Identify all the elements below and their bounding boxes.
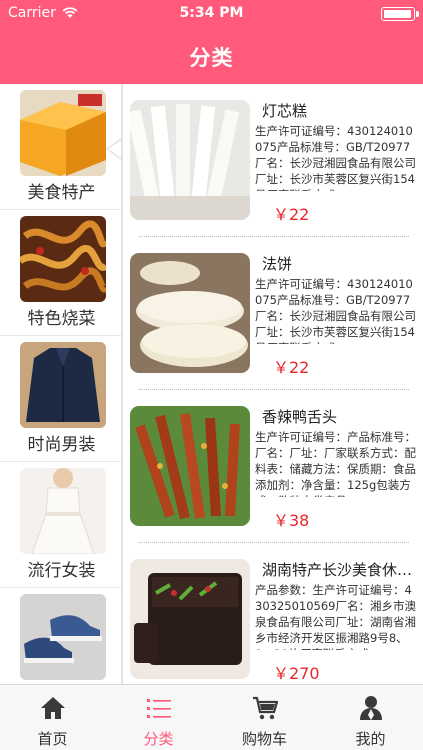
product-item[interactable]: 香辣鸭舌头 生产许可证编号：产品标准号：厂名：厂址：厂家联系方式：配料表：储藏方… — [125, 390, 423, 543]
cart-icon — [253, 696, 278, 720]
sidebar-item-label: 流行女装 — [27, 561, 96, 581]
product-price: ￥270 — [273, 664, 320, 683]
sidebar-item-mens-fashion[interactable]: 时尚男装 — [0, 336, 121, 462]
status-bar: Carrier 5:34 PM — [0, 0, 423, 28]
jacket-photo — [20, 342, 106, 428]
round-bread-photo — [130, 253, 250, 373]
sidebar-item-shoes[interactable] — [0, 588, 121, 684]
sidebar-item-food-specialty[interactable]: 美食特产 — [0, 84, 121, 210]
tab-cart[interactable]: 购物车 — [212, 685, 317, 750]
clock: 5:34 PM — [179, 5, 244, 21]
tab-label: 首页 — [37, 730, 68, 748]
product-name: 法饼 — [262, 255, 293, 273]
home-icon — [41, 697, 65, 719]
sidebar-item-womens-fashion[interactable]: 流行女装 — [0, 462, 121, 588]
list-icon — [147, 699, 171, 718]
selection-pointer — [108, 138, 121, 160]
user-icon — [360, 696, 382, 720]
dress-photo — [20, 468, 106, 554]
black-tofu-photo — [130, 559, 250, 679]
product-price: ￥22 — [273, 358, 310, 377]
product-description: 生产许可证编号：430124010075产品标准号：GB/T20977厂名：长沙… — [255, 277, 416, 344]
sidebar-item-special-dishes[interactable]: 特色烧菜 — [0, 210, 121, 336]
sidebar-item-label: 时尚男装 — [27, 435, 96, 455]
tab-bar: 首页 分类 购物车 我的 — [0, 684, 423, 750]
product-item[interactable]: 湖南特产长沙美食休闲零食 产品参数：生产许可证编号：430325010569厂名… — [125, 543, 423, 684]
product-list[interactable]: 灯芯糕 生产许可证编号：430124010075产品标准号：GB/T20977厂… — [125, 84, 423, 684]
page-title: 分类 — [189, 46, 234, 70]
tab-label: 我的 — [355, 730, 386, 748]
white-cake-strips-photo — [130, 100, 250, 220]
product-name: 香辣鸭舌头 — [262, 408, 338, 426]
product-name: 湖南特产长沙美食休闲零食 — [262, 561, 420, 579]
tab-home[interactable]: 首页 — [0, 685, 105, 750]
tab-profile[interactable]: 我的 — [318, 685, 423, 750]
product-description: 生产许可证编号：产品标准号：厂名：厂址：厂家联系方式：配料表：储藏方法：保质期：… — [255, 430, 416, 497]
category-sidebar[interactable]: 美食特产 特色烧菜 时尚男装 流行女装 — [0, 84, 123, 684]
sidebar-item-label: 特色烧菜 — [27, 309, 96, 329]
product-price: ￥38 — [273, 511, 310, 530]
tab-label: 分类 — [143, 730, 174, 748]
tab-label: 购物车 — [241, 730, 287, 748]
product-item[interactable]: 灯芯糕 生产许可证编号：430124010075产品标准号：GB/T20977厂… — [125, 84, 423, 237]
navigation-header: Carrier 5:34 PM 分类 — [0, 0, 423, 84]
spicy-dish-photo — [20, 216, 106, 302]
tab-category[interactable]: 分类 — [106, 685, 211, 750]
product-description: 生产许可证编号：430124010075产品标准号：GB/T20977厂名：长沙… — [255, 124, 416, 191]
product-item[interactable]: 法饼 生产许可证编号：430124010075产品标准号：GB/T20977厂名… — [125, 237, 423, 390]
sneakers-photo — [20, 594, 106, 680]
sidebar-item-label: 美食特产 — [27, 183, 96, 203]
duck-tongue-photo — [130, 406, 250, 526]
product-description: 产品参数：生产许可证编号：430325010569厂名：湘乡市澳泉食品有限公司厂… — [255, 583, 416, 650]
battery-icon — [381, 7, 419, 21]
product-name: 灯芯糕 — [262, 102, 308, 120]
product-price: ￥22 — [273, 205, 310, 224]
cake-photo — [20, 90, 106, 176]
